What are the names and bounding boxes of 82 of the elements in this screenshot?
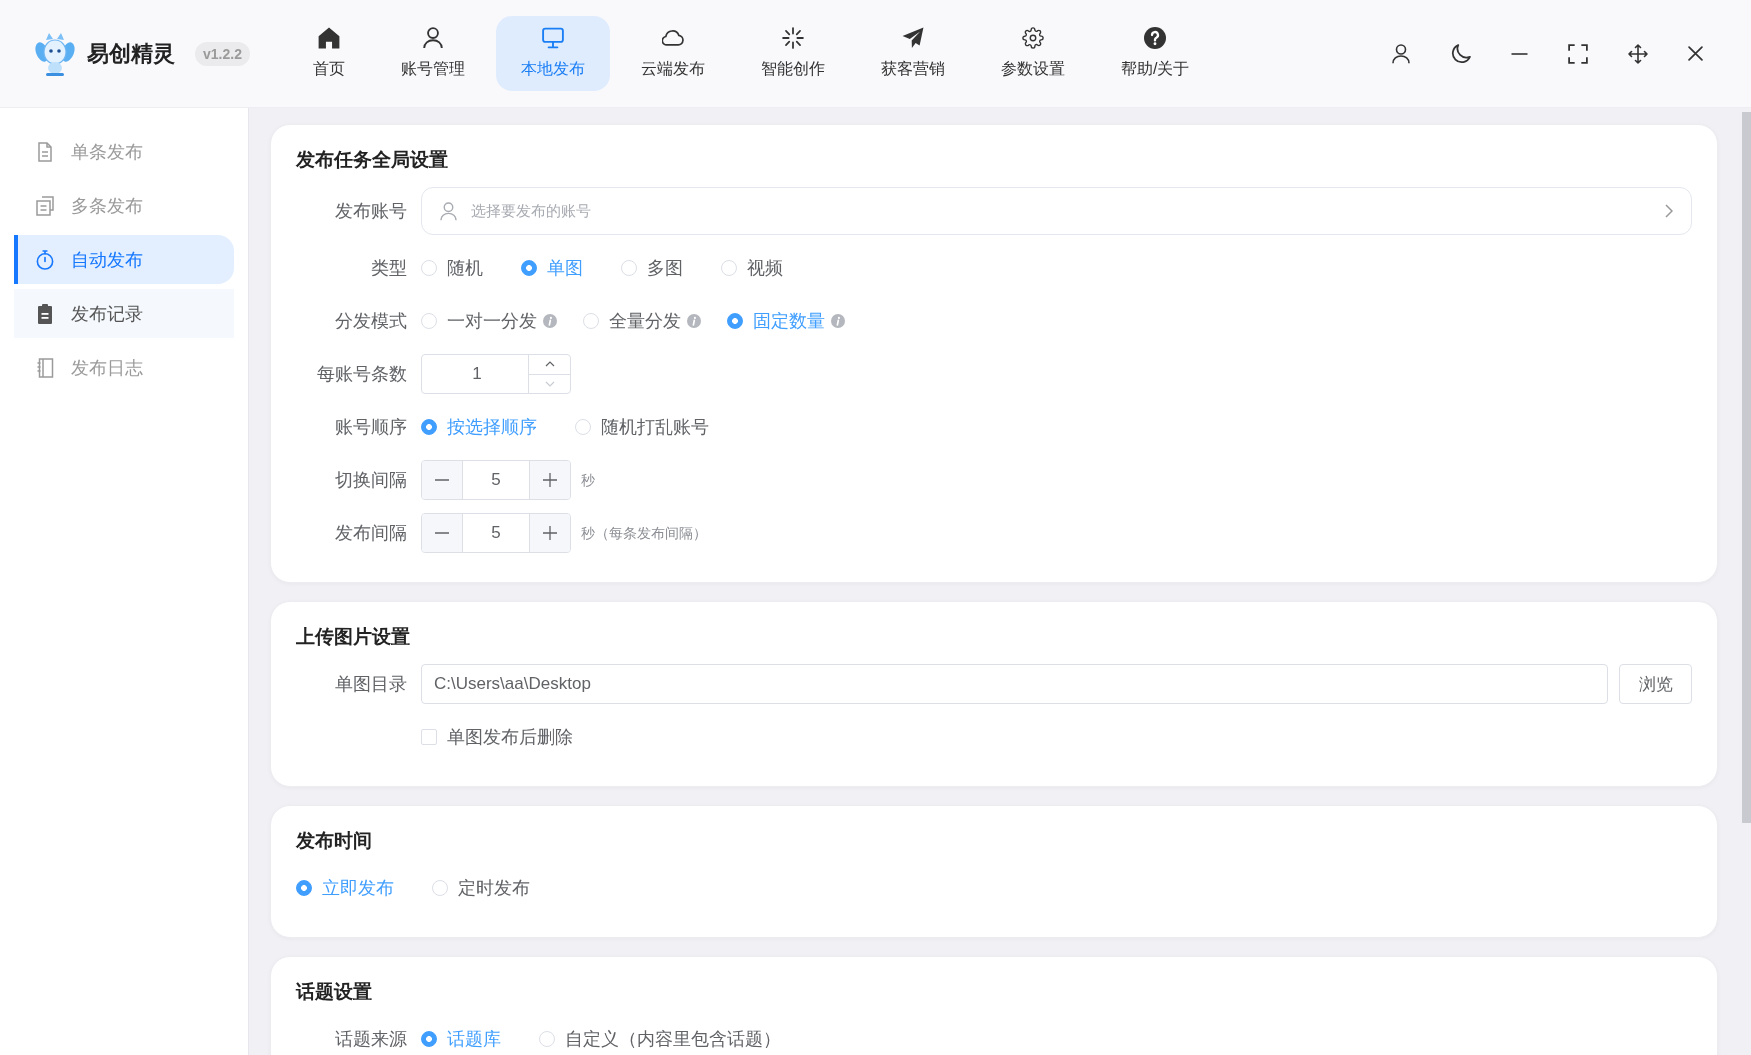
stopwatch-icon [36,249,54,270]
decrement-button[interactable] [422,514,463,552]
plus-icon [543,526,557,540]
section-title: 话题设置 [296,980,373,1004]
app-title: 易创精灵 [87,39,175,68]
sidebar-item[interactable]: 自动发布 [14,235,234,284]
checkbox[interactable] [421,729,437,745]
info-icon[interactable] [687,314,701,328]
unit-label: 秒（每条发布间隔） [581,524,707,543]
path-field[interactable]: C:\Users\aa\Desktop [421,664,1608,704]
number-stepper[interactable]: 5 [421,513,571,553]
number-input[interactable]: 1 [421,354,571,394]
field-label: 单图目录 [334,673,407,695]
nav-tab[interactable]: 首页 [287,16,370,91]
help-icon [1144,27,1167,49]
clipboard-icon [36,303,54,324]
user-icon[interactable] [1391,43,1411,64]
option-label[interactable]: 随机 [447,257,483,279]
nav-tab[interactable]: 本地发布 [495,16,610,91]
unit-label: 秒 [581,471,595,490]
nav-tab[interactable]: 帮助/关于 [1095,16,1215,91]
field-label: 分发模式 [334,310,407,332]
gear-icon [1021,27,1044,49]
number-stepper[interactable]: 5 [421,460,571,500]
scrollbar-thumb[interactable] [1742,112,1751,823]
info-icon[interactable] [543,314,557,328]
documents-icon [36,195,54,216]
section-title: 发布任务全局设置 [296,148,449,172]
field-label: 切换间隔 [334,469,407,491]
increment-button[interactable] [529,514,570,552]
minimize-icon[interactable] [1511,52,1528,55]
radio-button[interactable] [421,1031,437,1047]
sparkle-icon [781,27,804,49]
nav-tab[interactable]: 云端发布 [615,16,730,91]
option-label[interactable]: 视频 [747,257,783,279]
paper-plane-icon [901,27,924,49]
nav-tab[interactable]: 获客营销 [855,16,970,91]
field-label: 账号顺序 [334,416,407,438]
option-label[interactable]: 全量分发 [609,310,681,332]
field-label: 类型 [370,257,407,279]
sidebar-item[interactable]: 发布记录 [14,289,234,338]
move-icon[interactable] [1628,43,1648,64]
browse-button[interactable]: 浏览 [1619,664,1692,704]
radio-button[interactable] [727,313,743,329]
user-icon [440,201,457,221]
nav-tab[interactable]: 账号管理 [375,16,490,91]
decrement-button[interactable] [422,461,463,499]
fullscreen-icon[interactable] [1568,43,1588,64]
section-title: 发布时间 [296,829,373,853]
option-label[interactable]: 自定义（内容里包含话题） [565,1028,781,1050]
version-badge: v1.2.2 [195,41,250,66]
home-icon [317,27,340,49]
field-label: 发布账号 [334,200,407,222]
field-label: 发布间隔 [334,522,407,544]
moon-icon[interactable] [1451,43,1471,64]
radio-button[interactable] [421,419,437,435]
chevron-up-icon[interactable] [544,361,555,368]
chevron-right-icon [1665,204,1673,218]
close-icon[interactable] [1688,46,1703,61]
plus-icon [543,473,557,487]
option-label[interactable]: 多图 [647,257,683,279]
minus-icon [435,532,449,534]
mascot-logo-icon [35,31,75,76]
option-label[interactable]: 随机打乱账号 [601,416,709,438]
info-icon[interactable] [831,314,845,328]
option-label[interactable]: 定时发布 [458,877,530,899]
section-title: 上传图片设置 [296,625,411,649]
radio-button[interactable] [521,260,537,276]
monitor-icon [541,27,564,49]
minus-icon [435,479,449,481]
increment-button[interactable] [529,461,570,499]
field-label: 话题来源 [334,1028,407,1050]
radio-button[interactable] [296,880,312,896]
cloud-icon [661,27,684,49]
nav-tab[interactable]: 参数设置 [975,16,1090,91]
document-icon [36,141,54,162]
field-label: 每账号条数 [316,363,407,385]
notebook-icon [36,357,54,378]
user-icon [421,27,444,49]
option-label[interactable]: 一对一分发 [447,310,537,332]
checkbox-label[interactable]: 单图发布后删除 [447,726,573,748]
nav-tab[interactable]: 智能创作 [735,16,850,91]
